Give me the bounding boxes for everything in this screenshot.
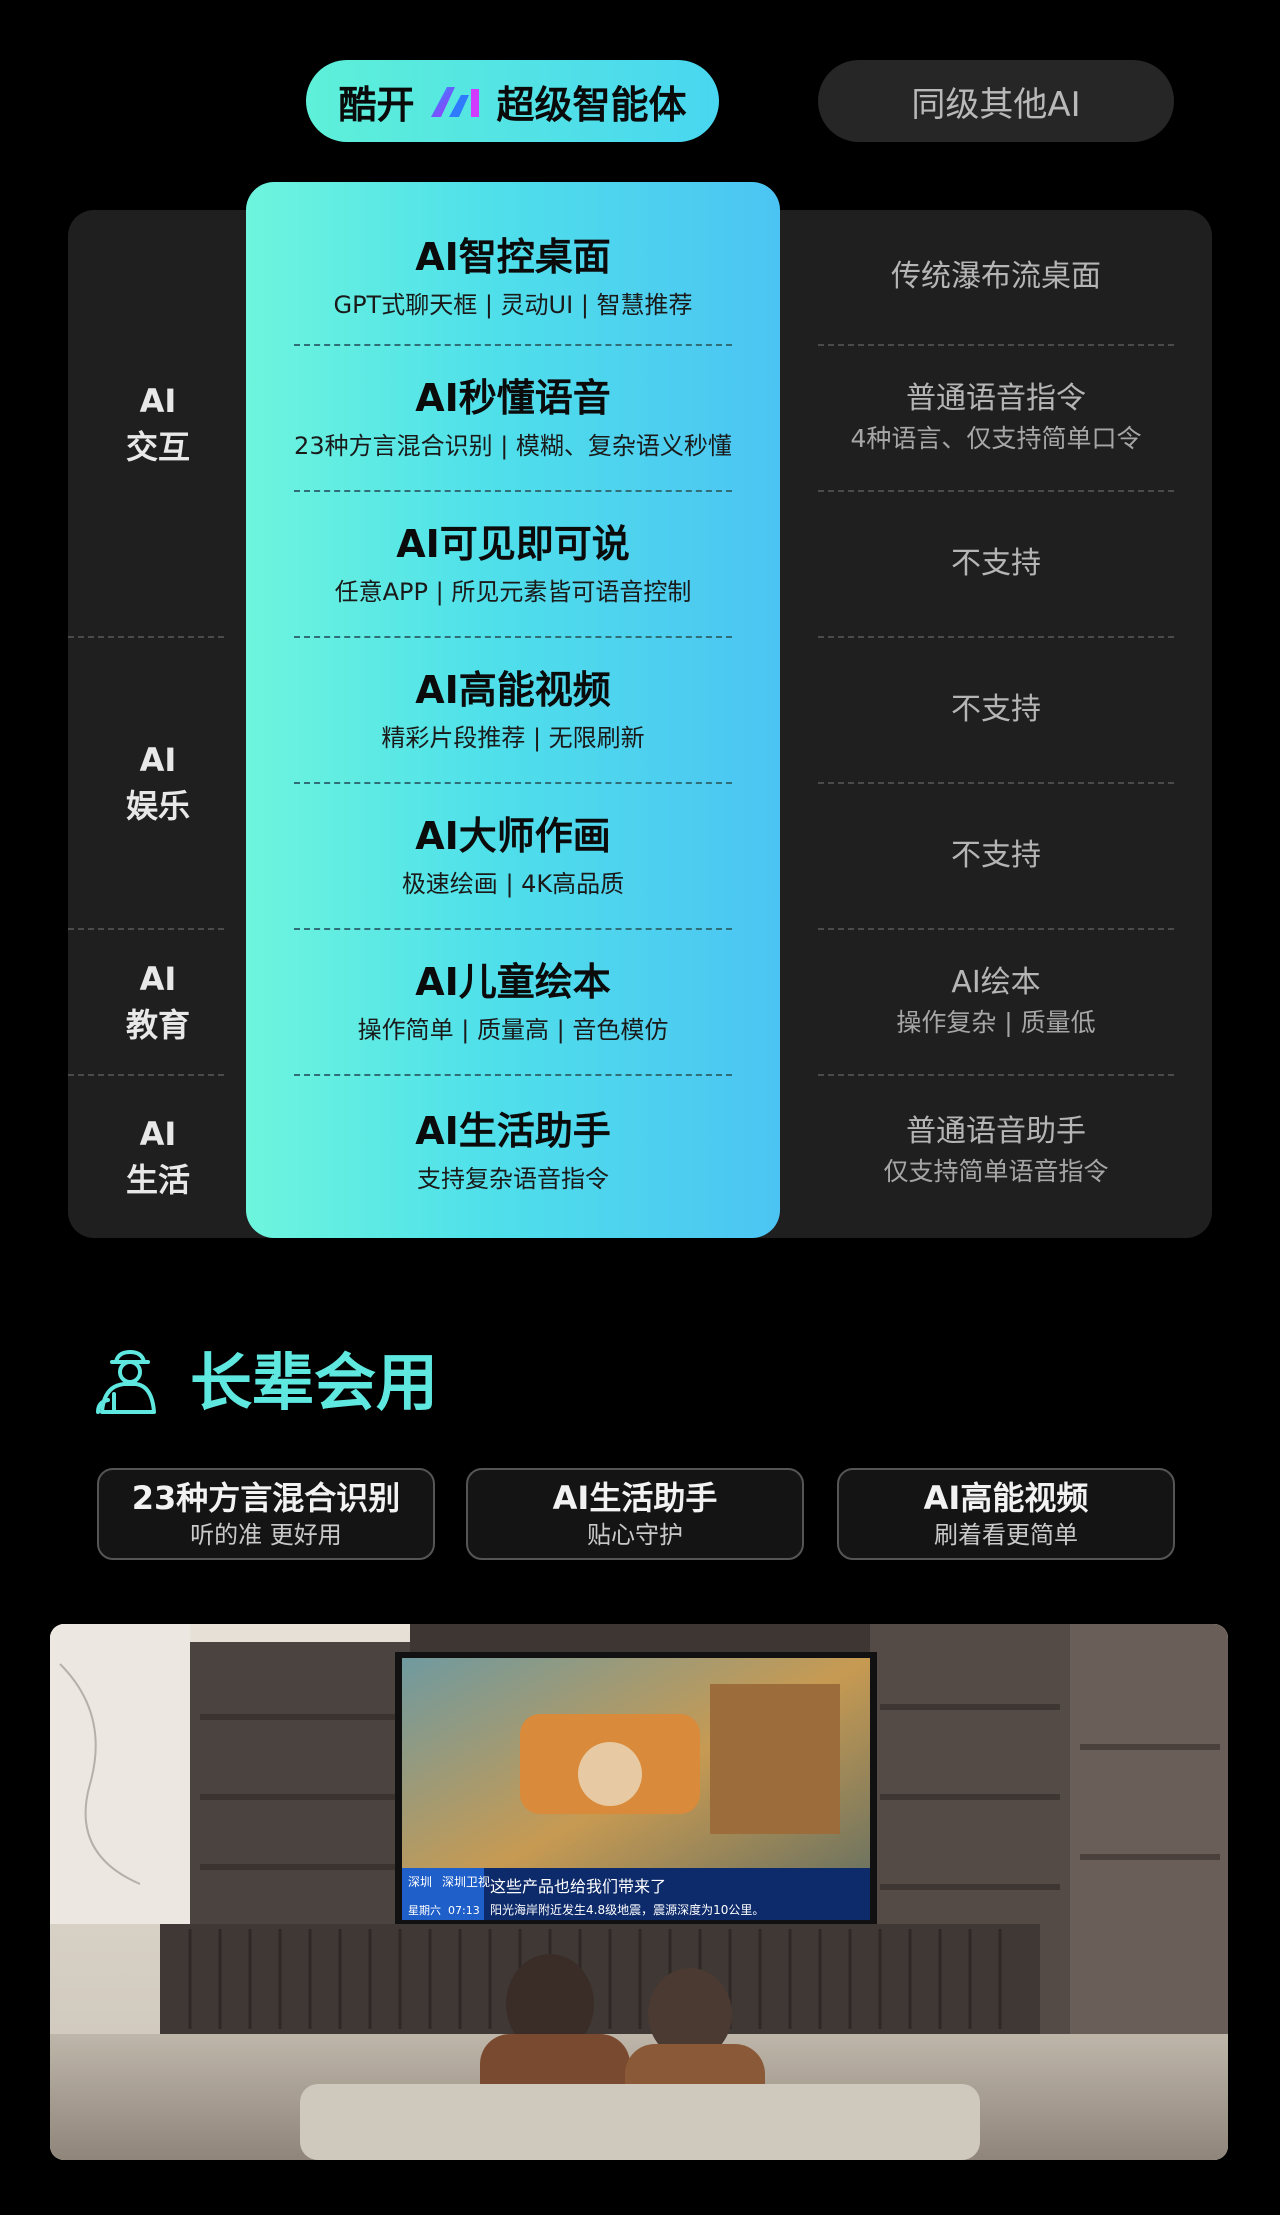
- feature-desc: 任意APP | 所见元素皆可语音控制: [334, 578, 692, 606]
- tv-weekday: 星期六: [408, 1904, 441, 1917]
- feature-title: AI高能视频: [415, 668, 611, 712]
- brand-name-right: 超级智能体: [496, 82, 687, 127]
- feature-row: AI可见即可说 任意APP | 所见元素皆可语音控制: [246, 492, 780, 636]
- brand-name-left: 酷开: [338, 82, 415, 127]
- tv-channel: 深圳卫视: [442, 1874, 490, 1889]
- feature-desc: GPT式聊天框 | 灵动UI | 智慧推荐: [333, 291, 693, 319]
- feature-desc: 极速绘画 | 4K高品质: [401, 870, 625, 898]
- feature-row: AI大师作画 极速绘画 | 4K高品质: [246, 784, 780, 928]
- competitor-label: 同级其他AI: [911, 84, 1081, 125]
- elder-feature-card: AI生活助手 贴心守护: [466, 1468, 804, 1560]
- feature-row: AI高能视频 精彩片段推荐 | 无限刷新: [246, 638, 780, 782]
- brand-pill: 酷开 超级智能体: [306, 60, 719, 142]
- feature-title: AI生活助手: [415, 1109, 611, 1153]
- category-entertainment: AI 娱乐: [125, 741, 190, 825]
- feature-row: AI生活助手 支持复杂语音指令: [246, 1076, 780, 1226]
- tv-time: 07:13: [448, 1904, 480, 1917]
- category-interaction: AI 交互: [125, 382, 190, 466]
- feature-row: AI秒懂语音 23种方言混合识别 | 模糊、复杂语义秒懂: [246, 346, 780, 490]
- feature-desc: 精彩片段推荐 | 无限刷新: [381, 724, 645, 752]
- feature-desc: 操作简单 | 质量高 | 音色模仿: [357, 1016, 669, 1044]
- competitor-cell: 不支持: [951, 546, 1041, 581]
- competitor-cell: 不支持: [951, 838, 1041, 873]
- competitor-cell: 普通语音指令 4种语言、仅支持简单口令: [850, 381, 1142, 453]
- tv-city: 深圳: [408, 1875, 432, 1889]
- competitor-cell: 不支持: [951, 692, 1041, 727]
- feature-desc: 23种方言混合识别 | 模糊、复杂语义秒懂: [294, 432, 732, 460]
- elder-feature-card: 23种方言混合识别 听的准 更好用: [97, 1468, 435, 1560]
- feature-desc: 支持复杂语音指令: [417, 1165, 609, 1193]
- feature-title: AI智控桌面: [415, 235, 611, 279]
- feature-title: AI秒懂语音: [415, 376, 611, 420]
- elder-person-icon: [96, 1350, 156, 1414]
- feature-title: AI可见即可说: [396, 522, 630, 566]
- elder-section-title: 长辈会用: [190, 1346, 439, 1419]
- elder-feature-card: AI高能视频 刷着看更简单: [837, 1468, 1175, 1560]
- feature-title: AI儿童绘本: [415, 960, 611, 1004]
- feature-row: AI儿童绘本 操作简单 | 质量高 | 音色模仿: [246, 930, 780, 1074]
- ai-logo-icon: [430, 87, 479, 117]
- tv-headline: 这些产品也给我们带来了: [490, 1877, 666, 1896]
- feature-title: AI大师作画: [415, 814, 611, 858]
- competitor-cell: 传统瀑布流桌面: [891, 259, 1101, 294]
- category-life: AI 生活: [125, 1115, 190, 1199]
- feature-row: AI智控桌面 GPT式聊天框 | 灵动UI | 智慧推荐: [246, 210, 780, 344]
- tv-ticker: 阳光海岸附近发生4.8级地震，震源深度为10公里。: [490, 1902, 764, 1917]
- competitor-pill: 同级其他AI: [818, 60, 1174, 142]
- competitor-cell: AI绘本 操作复杂 | 质量低: [896, 965, 1096, 1037]
- living-room-photo: 深圳 深圳卫视 这些产品也给我们带来了 星期六 07:13 阳光海岸附近发生4.…: [50, 1624, 1228, 2160]
- competitor-cell: 普通语音助手 仅支持简单语音指令: [883, 1114, 1109, 1186]
- category-education: AI 教育: [125, 960, 190, 1044]
